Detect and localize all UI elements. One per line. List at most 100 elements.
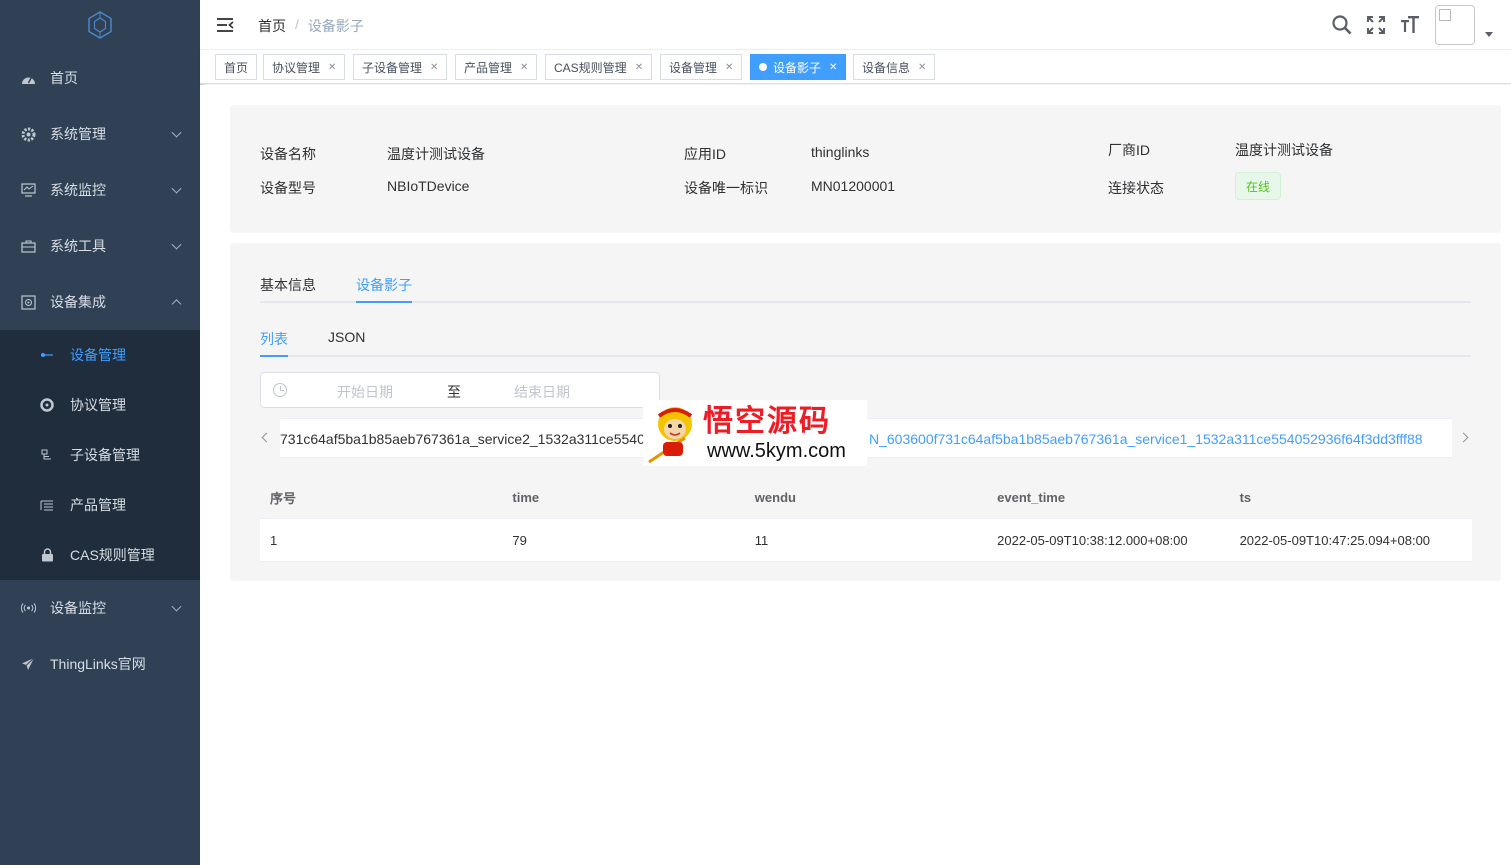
navbar: 首页 / 设备影子 xyxy=(200,0,1511,50)
breadcrumb-home[interactable]: 首页 xyxy=(258,16,286,36)
active-dot-icon xyxy=(759,63,767,71)
sidebar-item-label: 系统工具 xyxy=(50,238,106,254)
avatar[interactable] xyxy=(1435,5,1475,45)
tags-view: 首页 协议管理 ✕ 子设备管理 ✕ 产品管理 ✕ CAS规则管理 ✕ 设备管理 ✕ 设备影… xyxy=(200,50,1511,84)
hamburger-icon[interactable] xyxy=(216,16,234,34)
device-integration-submenu: 设备管理 协议管理 子设备管理 产品管理 CAS规则管理 xyxy=(0,330,200,580)
tab-device-shadow[interactable]: 设备影子 xyxy=(356,275,412,295)
close-icon[interactable]: ✕ xyxy=(430,62,438,73)
column-header: 序号 xyxy=(270,490,297,506)
chevron-down-icon xyxy=(171,127,182,138)
navbar-actions xyxy=(1331,0,1511,50)
date-range-picker[interactable]: 开始日期 至 结束日期 xyxy=(260,372,660,408)
fullscreen-icon[interactable] xyxy=(1365,14,1387,36)
sidebar-item-label: 系统监控 xyxy=(50,182,106,198)
tag-label: 设备影子 xyxy=(773,60,822,75)
sidebar-item-device-integration[interactable]: 设备集成 xyxy=(0,274,200,330)
monkey-logo-icon xyxy=(643,400,703,466)
sidebar-item-label: 设备管理 xyxy=(70,347,126,363)
search-icon[interactable] xyxy=(1331,14,1353,36)
chevron-up-icon xyxy=(171,299,182,310)
device-icon xyxy=(40,352,54,358)
vendor-id-label: 厂商ID xyxy=(1108,142,1150,158)
tag-home[interactable]: 首页 xyxy=(215,54,258,80)
start-date-input[interactable]: 开始日期 xyxy=(337,382,393,402)
tag-label: CAS规则管理 xyxy=(554,60,627,75)
lock-icon xyxy=(40,548,54,562)
chevron-down-icon xyxy=(171,239,182,250)
sidebar-item-home[interactable]: 首页 xyxy=(0,50,200,106)
tag-cas-rule-management[interactable]: CAS规则管理 ✕ xyxy=(545,54,653,80)
subtab-list[interactable]: 列表 xyxy=(260,329,288,349)
sidebar-item-system-management[interactable]: 系统管理 xyxy=(0,106,200,162)
table-cell: 2022-05-09T10:47:25.094+08:00 xyxy=(1239,532,1431,548)
device-model-value: NBIoTDevice xyxy=(387,178,470,194)
sidebar-item-label: CAS规则管理 xyxy=(70,547,155,563)
chevron-left-icon[interactable] xyxy=(261,432,272,443)
subtab-json[interactable]: JSON xyxy=(328,329,365,345)
sidebar-item-system-monitor[interactable]: 系统监控 xyxy=(0,162,200,218)
column-header: time xyxy=(512,489,540,505)
close-icon[interactable]: ✕ xyxy=(829,62,837,73)
table-cell: 1 xyxy=(270,532,278,548)
tag-device-management[interactable]: 设备管理 ✕ xyxy=(660,54,743,80)
paper-plane-icon xyxy=(20,656,36,672)
shadow-table: 序号 time wendu event_time ts 1 79 11 2022… xyxy=(260,476,1472,562)
sidebar-item-label: 设备集成 xyxy=(50,294,106,310)
toolbox-icon xyxy=(20,238,36,254)
table-cell: 79 xyxy=(512,532,527,548)
tab-basic-info[interactable]: 基本信息 xyxy=(260,275,316,295)
caret-down-icon[interactable] xyxy=(1485,31,1493,37)
breadcrumb-current: 设备影子 xyxy=(307,18,364,34)
sidebar-item-protocol-management[interactable]: 协议管理 xyxy=(0,380,200,430)
app-id-label: 应用ID xyxy=(684,146,726,162)
tag-label: 首页 xyxy=(224,60,249,75)
chevron-down-icon xyxy=(171,183,182,194)
chevron-right-icon[interactable] xyxy=(1458,432,1469,443)
sidebar-item-sub-device-management[interactable]: 子设备管理 xyxy=(0,430,200,480)
vendor-id-value: 温度计测试设备 xyxy=(1235,142,1333,158)
status-badge: 在线 xyxy=(1235,172,1282,200)
close-icon[interactable]: ✕ xyxy=(635,62,643,73)
table-row[interactable]: 1 79 11 2022-05-09T10:38:12.000+08:00 20… xyxy=(260,519,1472,562)
service-tab-active[interactable]: N_603600f731c64af5ba1b85aeb767361a_servi… xyxy=(869,431,1423,447)
gear-icon xyxy=(20,126,36,142)
tag-protocol-management[interactable]: 协议管理 ✕ xyxy=(263,54,346,80)
tag-sub-device-management[interactable]: 子设备管理 ✕ xyxy=(353,54,448,80)
end-date-input[interactable]: 结束日期 xyxy=(514,382,570,402)
table-cell: 2022-05-09T10:38:12.000+08:00 xyxy=(997,532,1188,548)
table-header: 序号 time wendu event_time ts xyxy=(260,476,1472,519)
close-icon[interactable]: ✕ xyxy=(328,62,336,73)
sidebar-item-label: 协议管理 xyxy=(70,397,126,413)
sidebar-item-device-monitor[interactable]: 设备监控 xyxy=(0,580,200,636)
sidebar-item-product-management[interactable]: 产品管理 xyxy=(0,480,200,530)
tag-device-shadow[interactable]: 设备影子 ✕ xyxy=(750,54,847,80)
tag-device-info[interactable]: 设备信息 ✕ xyxy=(853,54,936,80)
tag-label: 产品管理 xyxy=(464,60,513,75)
app-logo[interactable] xyxy=(0,0,200,50)
tag-product-management[interactable]: 产品管理 ✕ xyxy=(455,54,538,80)
sidebar-item-cas-rule-management[interactable]: CAS规则管理 xyxy=(0,530,200,580)
sub-device-icon xyxy=(40,449,54,462)
sidebar-item-label: 设备监控 xyxy=(50,600,106,616)
tag-label: 设备管理 xyxy=(669,60,718,75)
main-content: 设备名称 温度计测试设备 应用ID thinglinks 厂商ID 温度计测试设… xyxy=(200,85,1511,865)
close-icon[interactable]: ✕ xyxy=(725,62,733,73)
font-size-icon[interactable] xyxy=(1399,14,1421,36)
tag-label: 设备信息 xyxy=(862,60,911,75)
close-icon[interactable]: ✕ xyxy=(520,62,528,73)
broadcast-icon xyxy=(20,600,36,616)
watermark-text: 悟空源码 www.5kym.com xyxy=(703,404,846,462)
monitor-icon xyxy=(20,182,36,198)
tab-active-indicator xyxy=(356,301,412,303)
sidebar-item-thinglinks-site[interactable]: ThingLinks官网 xyxy=(0,636,200,692)
table-cell: 11 xyxy=(754,532,769,548)
sidebar-item-label: 子设备管理 xyxy=(70,447,140,463)
sidebar-item-device-management[interactable]: 设备管理 xyxy=(0,330,200,380)
subtab-active-indicator xyxy=(260,355,288,357)
app-id-value: thinglinks xyxy=(811,144,870,160)
close-icon[interactable]: ✕ xyxy=(918,62,926,73)
sidebar-item-label: 系统管理 xyxy=(50,126,106,142)
tag-label: 协议管理 xyxy=(272,60,321,75)
sidebar-item-system-tools[interactable]: 系统工具 xyxy=(0,218,200,274)
